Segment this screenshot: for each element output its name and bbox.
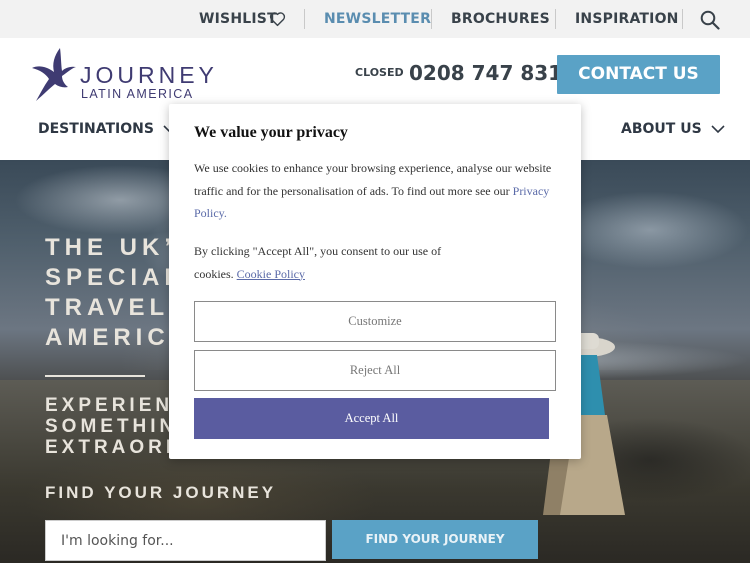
cookie-consent-dialog: We value your privacy We use cookies to … [169, 104, 581, 459]
divider [431, 9, 432, 29]
wishlist-link[interactable]: WISHLIST [199, 0, 277, 38]
inspiration-link[interactable]: INSPIRATION [575, 0, 679, 38]
divider [304, 9, 305, 29]
phone-number[interactable]: 0208 747 8315 [409, 61, 576, 85]
nav-destinations-label: DESTINATIONS [38, 121, 154, 137]
nav-about-us[interactable]: ABOUT US [621, 121, 725, 137]
contact-us-button[interactable]: CONTACT US [557, 55, 720, 94]
cookie-dialog-body: We use cookies to enhance your browsing … [194, 157, 559, 225]
logo-wordmark[interactable]: JOURNEY [80, 62, 218, 89]
journey-search-input[interactable]: I'm looking for... [45, 520, 326, 561]
customize-button[interactable]: Customize [194, 301, 556, 342]
wishlist-label: WISHLIST [199, 11, 277, 27]
cookie-dialog-title: We value your privacy [194, 124, 348, 141]
logo-subtitle: LATIN AMERICA [81, 87, 194, 101]
reject-all-button[interactable]: Reject All [194, 350, 556, 391]
newsletter-link[interactable]: NEWSLETTER [324, 0, 431, 38]
chevron-down-icon [710, 125, 725, 134]
nav-about-label: ABOUT US [621, 121, 702, 137]
nav-destinations[interactable]: DESTINATIONS [38, 121, 177, 137]
find-journey-label: FIND YOUR JOURNEY [45, 483, 277, 502]
cookie-policy-link[interactable]: Cookie Policy [237, 267, 305, 281]
bird-logo-icon[interactable] [30, 46, 80, 102]
search-icon[interactable] [700, 10, 720, 30]
office-status: CLOSED [355, 66, 404, 79]
divider [555, 9, 556, 29]
brochures-link[interactable]: BROCHURES [451, 0, 550, 38]
cookie-body-text: We use cookies to enhance your browsing … [194, 161, 552, 198]
utility-bar: WISHLIST NEWSLETTER BROCHURES INSPIRATIO… [0, 0, 750, 38]
heart-icon[interactable] [269, 11, 286, 27]
cookie-consent-note: By clicking "Accept All", you consent to… [194, 240, 464, 285]
divider [682, 9, 683, 29]
accept-all-button[interactable]: Accept All [194, 398, 549, 439]
consent-text: By clicking "Accept All", you consent to… [194, 244, 442, 281]
find-journey-button[interactable]: FIND YOUR JOURNEY [332, 520, 538, 559]
hero-subtitle-line-3: EXTRAORD [45, 437, 184, 458]
hero-divider [45, 375, 145, 377]
